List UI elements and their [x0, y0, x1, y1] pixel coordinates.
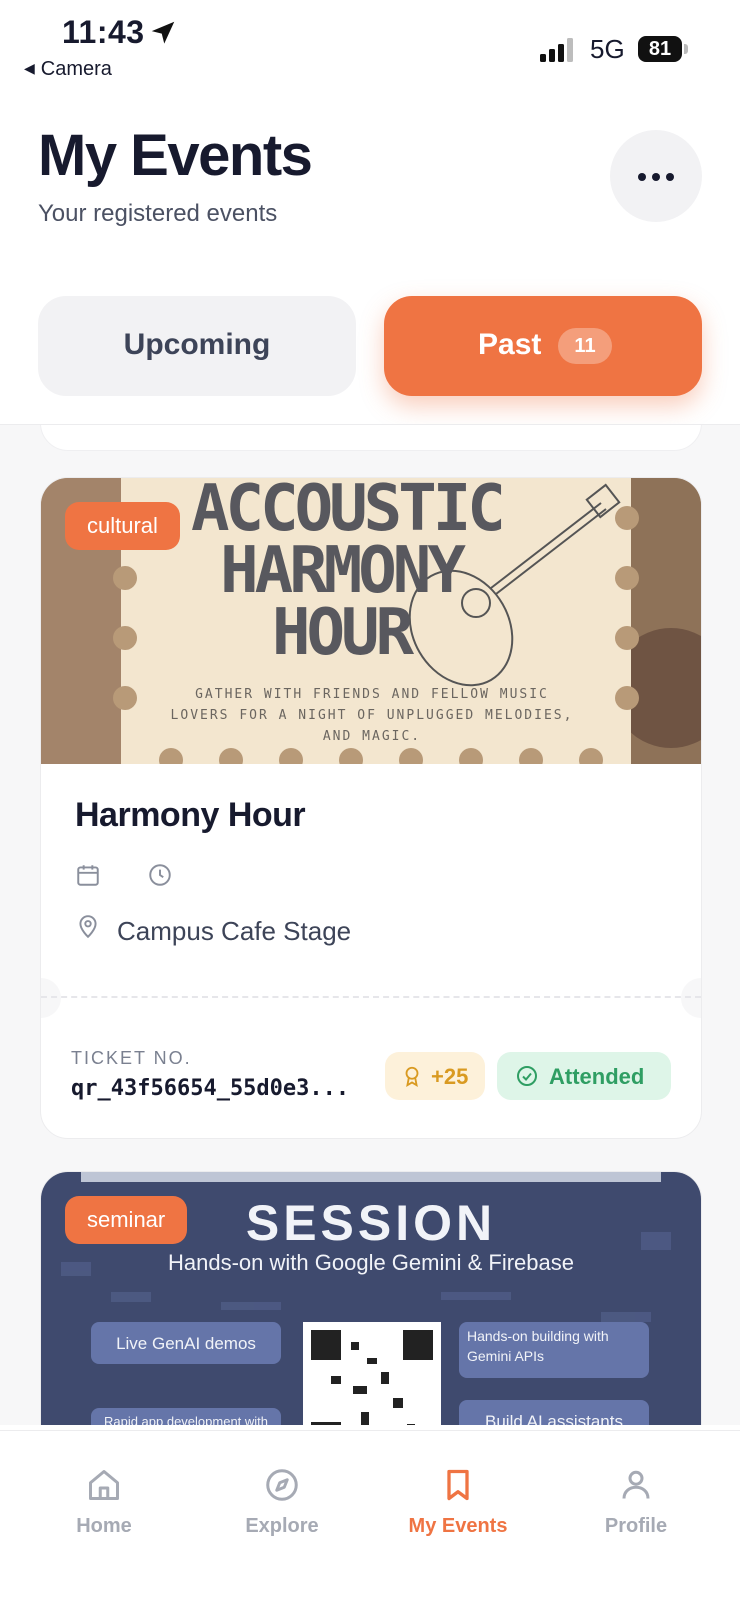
- ticket-number: qr_43f56654_55d0e3...: [71, 1076, 350, 1101]
- page-title: My Events: [38, 123, 313, 188]
- nav-my-events[interactable]: My Events: [388, 1467, 528, 1547]
- previous-event-card[interactable]: [40, 425, 702, 451]
- event-card[interactable]: ACCOUSTIC HARMONY HOUR GATHER WITH FRIEN…: [40, 477, 702, 1139]
- more-options-button[interactable]: [610, 130, 702, 222]
- calendar-icon: [77, 865, 99, 886]
- tab-upcoming-label: Upcoming: [123, 328, 271, 361]
- category-badge: seminar: [65, 1196, 188, 1244]
- bookmark-icon: [447, 1469, 469, 1501]
- poster-tagline1: GATHER WITH FRIENDS AND FELLOW MUSIC: [195, 687, 549, 702]
- user-icon: [622, 1470, 650, 1499]
- nav-profile[interactable]: Profile: [566, 1467, 706, 1547]
- poster-pill-3: Rapid app development with: [103, 1414, 269, 1425]
- tab-past[interactable]: Past 11: [384, 296, 702, 396]
- event-title: Harmony Hour: [75, 796, 306, 834]
- poster-subheading: Hands-on with Google Gemini & Firebase: [168, 1250, 574, 1275]
- event-card[interactable]: SESSION Hands-on with Google Gemini & Fi…: [40, 1171, 702, 1425]
- nav-explore-label: Explore: [245, 1515, 319, 1537]
- events-list[interactable]: ACCOUSTIC HARMONY HOUR GATHER WITH FRIEN…: [0, 424, 740, 1425]
- nav-home[interactable]: Home: [34, 1467, 174, 1547]
- attended-status-label: Attended: [549, 1064, 645, 1089]
- back-camera-label: Camera: [40, 58, 112, 80]
- tab-past-label: Past: [478, 328, 542, 361]
- attended-status-badge: Attended: [497, 1052, 671, 1100]
- network-type: 5G: [590, 34, 625, 64]
- award-icon: [405, 1066, 419, 1088]
- back-triangle-icon: ◀: [24, 60, 35, 76]
- ticket-divider: [41, 996, 701, 1000]
- points-badge: +25: [385, 1052, 485, 1100]
- battery-icon: 81: [638, 36, 688, 62]
- poster-line2: HARMONY: [220, 534, 466, 608]
- compass-icon: [266, 1469, 298, 1501]
- poster-pill-4: Build AI assistants: [485, 1412, 623, 1425]
- nav-home-label: Home: [76, 1515, 132, 1537]
- clock-icon: [149, 864, 171, 886]
- ticket-number-label: TICKET NO.: [71, 1048, 192, 1068]
- past-count-badge: 11: [558, 328, 612, 364]
- check-circle-icon: [517, 1066, 537, 1086]
- status-time: 11:43: [62, 14, 145, 50]
- poster-line3: HOUR: [271, 596, 414, 670]
- poster-tagline3: AND MAGIC.: [322, 729, 422, 744]
- nav-my-events-label: My Events: [408, 1515, 508, 1537]
- nav-explore[interactable]: Explore: [212, 1467, 352, 1547]
- location-pin-icon: [79, 915, 97, 939]
- more-dots-icon: [638, 173, 646, 181]
- nav-profile-label: Profile: [604, 1515, 668, 1537]
- category-badge: cultural: [65, 502, 180, 550]
- page-subtitle: Your registered events: [38, 200, 278, 227]
- poster-pill-1: Live GenAI demos: [116, 1334, 256, 1353]
- battery-level: 81: [638, 36, 682, 62]
- poster-line1: ACCOUSTIC: [191, 477, 506, 546]
- tab-upcoming[interactable]: Upcoming: [38, 296, 356, 396]
- poster-pill-2: Hands-on building with Gemini APIs: [467, 1328, 609, 1364]
- bottom-nav: Home Explore My Events Profile: [0, 1430, 740, 1601]
- poster-tagline2: LOVERS FOR A NIGHT OF UNPLUGGED MELODIES…: [170, 708, 574, 723]
- event-venue: Campus Cafe Stage: [117, 916, 352, 946]
- cellular-signal-icon: [540, 38, 573, 62]
- status-bar: 11:43 ◀ Camera 5G 81: [0, 0, 740, 90]
- points-value: +25: [431, 1064, 469, 1089]
- location-arrow-icon: [151, 21, 175, 44]
- home-icon: [89, 1470, 119, 1500]
- back-to-camera-link[interactable]: ◀ Camera: [24, 58, 112, 81]
